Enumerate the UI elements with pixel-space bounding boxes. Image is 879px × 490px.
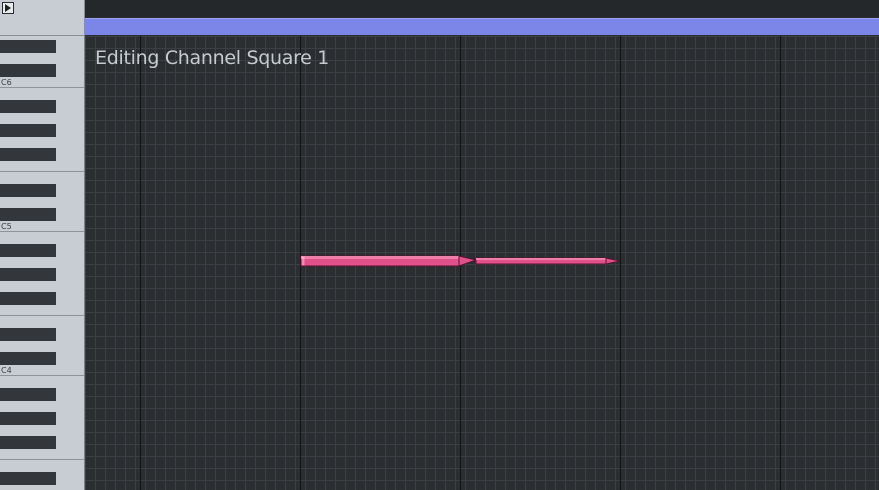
black-key[interactable] bbox=[0, 352, 56, 365]
octave-label-c4: C4 bbox=[1, 366, 12, 375]
black-key[interactable] bbox=[0, 472, 56, 485]
note-grid[interactable]: Editing Channel Square 1 bbox=[85, 36, 879, 490]
octave-label-c6: C6 bbox=[1, 78, 12, 87]
black-key[interactable] bbox=[0, 412, 56, 425]
play-button[interactable] bbox=[2, 2, 14, 14]
key-separator bbox=[0, 375, 84, 376]
play-icon bbox=[5, 4, 11, 12]
black-key[interactable] bbox=[0, 64, 56, 77]
black-key[interactable] bbox=[0, 124, 56, 137]
loop-region-bar[interactable] bbox=[85, 18, 879, 35]
octave-label-c5: C5 bbox=[1, 222, 12, 231]
timeline-ruler[interactable] bbox=[85, 0, 879, 17]
editing-channel-label: Editing Channel Square 1 bbox=[95, 47, 330, 69]
piano-roll-editor: C6 C5 C4 Editing Channel Square 1 bbox=[0, 0, 879, 490]
key-separator bbox=[0, 231, 84, 232]
notes-layer bbox=[300, 255, 621, 267]
black-key[interactable] bbox=[0, 328, 56, 341]
key-separator bbox=[0, 315, 84, 316]
transport-corner bbox=[0, 0, 85, 36]
key-separator bbox=[0, 459, 84, 460]
black-key[interactable] bbox=[0, 184, 56, 197]
note-slide[interactable] bbox=[475, 257, 621, 265]
black-key[interactable] bbox=[0, 100, 56, 113]
piano-keyboard: C6 C5 C4 bbox=[0, 36, 85, 490]
black-key[interactable] bbox=[0, 208, 56, 221]
key-separator bbox=[0, 87, 84, 88]
black-key[interactable] bbox=[0, 148, 56, 161]
note[interactable] bbox=[300, 255, 478, 267]
black-key[interactable] bbox=[0, 292, 56, 305]
black-key[interactable] bbox=[0, 436, 56, 449]
key-separator bbox=[0, 171, 84, 172]
black-key[interactable] bbox=[0, 268, 56, 281]
black-key[interactable] bbox=[0, 388, 56, 401]
black-key[interactable] bbox=[0, 40, 56, 53]
black-key[interactable] bbox=[0, 244, 56, 257]
